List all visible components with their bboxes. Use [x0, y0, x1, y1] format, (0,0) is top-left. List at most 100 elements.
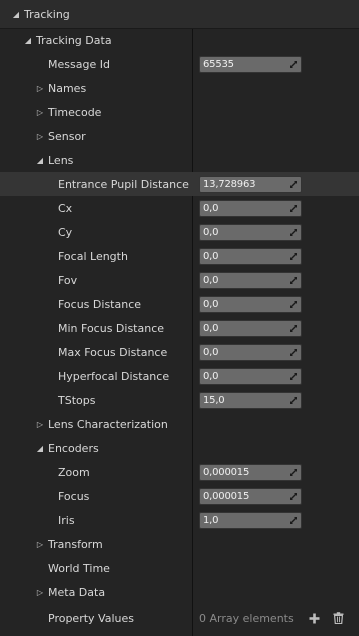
max-focus-distance-field[interactable]: 0,0 [199, 343, 302, 361]
array-count-text: 0 Array elements [199, 611, 294, 625]
property-value-cell [192, 436, 359, 460]
expanded-arrow-icon[interactable]: ◢ [22, 36, 34, 45]
property-value-cell: 0,0 [192, 196, 359, 220]
property-value-cell: 0,0 [192, 244, 359, 268]
property-name: Focal Length [0, 244, 192, 268]
property-value-cell: 0,0 [192, 220, 359, 244]
collapsed-arrow-icon[interactable]: ▷ [34, 588, 46, 597]
field-value: 0,0 [203, 346, 219, 358]
expand-arrows-icon[interactable] [289, 324, 298, 333]
property-value-cell [192, 76, 359, 100]
property-row-tstops: TStops 15,0 [0, 388, 359, 412]
property-name: ▷ Timecode [0, 100, 192, 124]
expand-arrows-icon[interactable] [289, 372, 298, 381]
collapsed-arrow-icon[interactable]: ▷ [34, 132, 46, 141]
expand-arrows-icon[interactable] [289, 180, 298, 189]
expand-arrows-icon[interactable] [289, 252, 298, 261]
property-row-names[interactable]: ▷ Names [0, 76, 359, 100]
property-label: Hyperfocal Distance [58, 369, 170, 383]
expand-arrows-icon[interactable] [289, 468, 298, 477]
property-value-cell [192, 100, 359, 124]
property-name: Min Focus Distance [0, 316, 192, 340]
trash-icon[interactable] [332, 611, 346, 625]
property-name: Message Id [0, 52, 192, 76]
property-row-cy: Cy 0,0 [0, 220, 359, 244]
message-id-field[interactable]: 65535 [199, 55, 302, 73]
expanded-arrow-icon[interactable]: ◢ [10, 10, 22, 19]
property-row-zoom: Zoom 0,000015 [0, 460, 359, 484]
property-name: Entrance Pupil Distance [0, 172, 192, 196]
property-label: Cx [58, 201, 73, 215]
property-value-cell: 0,0 [192, 340, 359, 364]
expand-arrows-icon[interactable] [289, 276, 298, 285]
expand-arrows-icon[interactable] [289, 516, 298, 525]
property-row-lens[interactable]: ◢ Lens [0, 148, 359, 172]
iris-field[interactable]: 1,0 [199, 511, 302, 529]
field-value: 13,728963 [203, 178, 256, 190]
cx-field[interactable]: 0,0 [199, 199, 302, 217]
expand-arrows-icon[interactable] [289, 204, 298, 213]
property-name: ◢ Encoders [0, 436, 192, 460]
expand-arrows-icon[interactable] [289, 492, 298, 501]
property-value-cell [192, 412, 359, 436]
property-row-lens-characterization[interactable]: ▷ Lens Characterization [0, 412, 359, 436]
property-row-entrance-pupil-distance: Entrance Pupil Distance 13,728963 [0, 172, 359, 196]
property-value-cell: 0,0 [192, 268, 359, 292]
details-panel: ◢ Tracking ◢ Tracking Data Message Id 65535 ▷ N… [0, 0, 359, 636]
property-label: Meta Data [48, 585, 106, 599]
property-name: Hyperfocal Distance [0, 364, 192, 388]
property-name: Max Focus Distance [0, 340, 192, 364]
property-label: Focal Length [58, 249, 128, 263]
property-row-encoders[interactable]: ◢ Encoders [0, 436, 359, 460]
property-row-timecode[interactable]: ▷ Timecode [0, 100, 359, 124]
property-value-cell [192, 28, 359, 52]
field-value: 0,0 [203, 274, 219, 286]
fov-field[interactable]: 0,0 [199, 271, 302, 289]
expand-arrows-icon[interactable] [289, 300, 298, 309]
tstops-field[interactable]: 15,0 [199, 391, 302, 409]
zoom-field[interactable]: 0,000015 [199, 463, 302, 481]
property-label: Max Focus Distance [58, 345, 168, 359]
collapsed-arrow-icon[interactable]: ▷ [34, 540, 46, 549]
property-row-sensor[interactable]: ▷ Sensor [0, 124, 359, 148]
hyperfocal-distance-field[interactable]: 0,0 [199, 367, 302, 385]
field-value: 0,0 [203, 250, 219, 262]
collapsed-arrow-icon[interactable]: ▷ [34, 420, 46, 429]
property-label: TStops [58, 393, 96, 407]
expand-arrows-icon[interactable] [289, 60, 298, 69]
min-focus-distance-field[interactable]: 0,0 [199, 319, 302, 337]
collapsed-arrow-icon[interactable]: ▷ [34, 108, 46, 117]
property-label: Names [48, 81, 87, 95]
field-value: 0,0 [203, 226, 219, 238]
expanded-arrow-icon[interactable]: ◢ [34, 444, 46, 453]
property-name: ▷ Sensor [0, 124, 192, 148]
plus-icon[interactable] [308, 611, 322, 625]
property-row-tracking-data[interactable]: ◢ Tracking Data [0, 28, 359, 52]
cy-field[interactable]: 0,0 [199, 223, 302, 241]
property-name: ▷ Names [0, 76, 192, 100]
property-label: World Time [48, 561, 110, 575]
property-name: ▷ Meta Data [0, 580, 192, 604]
property-row-tracking[interactable]: ◢ Tracking [0, 0, 359, 29]
property-value-cell: 15,0 [192, 388, 359, 412]
focal-length-field[interactable]: 0,0 [199, 247, 302, 265]
expand-arrows-icon[interactable] [289, 348, 298, 357]
property-label: Lens [48, 153, 74, 167]
expand-arrows-icon[interactable] [289, 228, 298, 237]
entrance-pupil-distance-field[interactable]: 13,728963 [199, 175, 302, 193]
focus-field[interactable]: 0,000015 [199, 487, 302, 505]
field-value: 0,000015 [203, 490, 250, 502]
property-name: Fov [0, 268, 192, 292]
property-row-transform[interactable]: ▷ Transform [0, 532, 359, 556]
expand-arrows-icon[interactable] [289, 396, 298, 405]
collapsed-arrow-icon[interactable]: ▷ [34, 84, 46, 93]
property-label: Sensor [48, 129, 86, 143]
property-label: Zoom [58, 465, 90, 479]
property-name: Zoom [0, 460, 192, 484]
expanded-arrow-icon[interactable]: ◢ [34, 156, 46, 165]
property-value-cell [192, 556, 359, 580]
focus-distance-field[interactable]: 0,0 [199, 295, 302, 313]
property-value-cell: 0 Array elements [192, 606, 359, 630]
field-value: 15,0 [203, 394, 225, 406]
property-row-meta-data[interactable]: ▷ Meta Data [0, 580, 359, 604]
